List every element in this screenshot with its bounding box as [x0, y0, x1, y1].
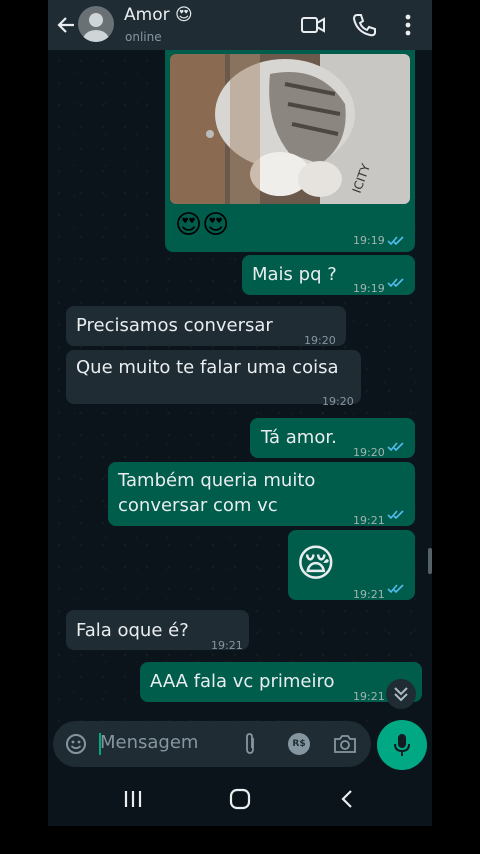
- message-text-line2: conversar com vc: [118, 495, 278, 516]
- recent-apps-icon[interactable]: [121, 788, 145, 810]
- more-options-icon[interactable]: [395, 12, 421, 38]
- incoming-message[interactable]: Fala oque é? 19:21: [66, 610, 249, 652]
- system-navigation-bar: [48, 772, 432, 826]
- incoming-message[interactable]: Precisamos conversar 19:20: [66, 306, 346, 347]
- message-text: AAA fala vc primeiro: [150, 671, 335, 692]
- message-time: 19:20: [322, 395, 354, 408]
- contact-name-text: Amor: [124, 5, 170, 25]
- message-time: 19:19: [353, 234, 385, 247]
- phone-screen: ICITY 😍😍 19:19 Mais pq ? 19:19 Precisamo…: [48, 0, 432, 826]
- emoji-icon[interactable]: [65, 733, 87, 755]
- heart-eyes-emoji: 😍: [175, 5, 193, 25]
- read-ticks-icon: [387, 278, 404, 288]
- incoming-message[interactable]: Que muito te falar uma coisa 19:20: [66, 350, 361, 408]
- camera-icon[interactable]: [333, 733, 357, 755]
- outgoing-message[interactable]: Também queria muito conversar com vc 19:…: [108, 462, 415, 527]
- scroll-to-bottom-button[interactable]: [386, 679, 416, 709]
- message-text: Tá amor.: [261, 427, 337, 448]
- cat-photo[interactable]: ICITY: [170, 54, 410, 204]
- outgoing-emoji-message[interactable]: 😪 19:21: [288, 530, 415, 601]
- scrollbar-thumb[interactable]: [428, 548, 432, 574]
- contact-name[interactable]: Amor 😍: [124, 5, 193, 25]
- back-arrow-icon[interactable]: [56, 14, 78, 36]
- message-text: Precisamos conversar: [76, 315, 273, 336]
- voice-message-button[interactable]: [377, 720, 427, 770]
- voice-call-icon[interactable]: [351, 12, 377, 38]
- message-input[interactable]: Mensagem: [100, 732, 198, 753]
- outgoing-message[interactable]: AAA fala vc primeiro 19:21: [140, 662, 422, 703]
- image-message-bubble[interactable]: ICITY 😍😍 19:19: [165, 50, 415, 252]
- message-time: 19:21: [353, 690, 385, 703]
- chat-header: Amor 😍 online: [48, 0, 432, 50]
- message-time: 19:21: [353, 588, 385, 601]
- message-input-bar: Mensagem R$: [53, 721, 371, 767]
- message-text-line1: Também queria muito: [118, 470, 316, 491]
- attach-icon[interactable]: [239, 732, 261, 756]
- payment-icon[interactable]: R$: [288, 733, 310, 755]
- contact-status: online: [125, 30, 162, 44]
- read-ticks-icon: [387, 442, 404, 452]
- message-time: 19:19: [353, 282, 385, 295]
- message-text: Mais pq ?: [252, 264, 337, 285]
- microphone-icon: [394, 734, 410, 756]
- system-back-icon[interactable]: [336, 788, 360, 810]
- home-icon[interactable]: [228, 788, 252, 810]
- read-ticks-icon: [387, 236, 404, 246]
- avatar[interactable]: [78, 6, 114, 42]
- double-chevron-down-icon: [394, 687, 408, 702]
- message-text: Fala oque é?: [76, 620, 189, 641]
- sleepy-face-emoji: 😪: [296, 541, 336, 585]
- message-text: Que muito te falar uma coisa: [76, 357, 339, 378]
- read-ticks-icon: [387, 510, 404, 520]
- outgoing-message[interactable]: Mais pq ? 19:19: [242, 255, 415, 295]
- message-time: 19:21: [211, 639, 243, 652]
- outgoing-message[interactable]: Tá amor. 19:20: [250, 418, 415, 459]
- image-caption-emojis: 😍😍: [175, 210, 230, 240]
- read-ticks-icon: [387, 584, 404, 594]
- video-call-icon[interactable]: [300, 12, 326, 38]
